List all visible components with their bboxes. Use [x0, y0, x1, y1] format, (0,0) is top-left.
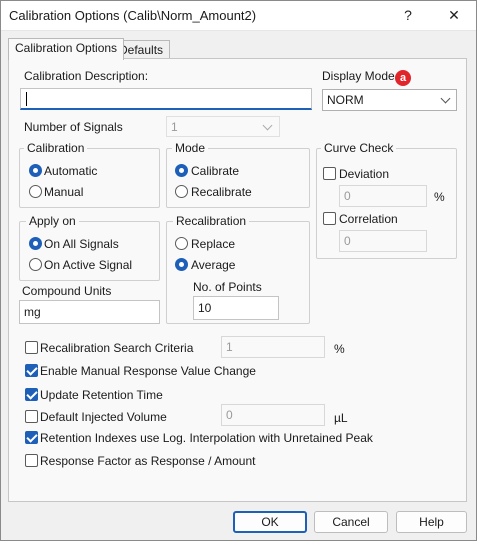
window-title: Calibration Options (Calib\Norm_Amount2)	[9, 8, 257, 23]
average-label: Average	[191, 258, 236, 272]
mode-group-title: Mode	[172, 141, 209, 155]
search-criteria-input[interactable]: 1	[221, 336, 325, 358]
injected-volume-unit: µL	[334, 411, 348, 425]
manual-radio[interactable]	[29, 185, 42, 198]
description-input[interactable]	[20, 88, 312, 110]
correlation-checkbox[interactable]	[323, 212, 336, 225]
manual-response-checkbox[interactable]	[25, 364, 38, 377]
apply-on-group-title: Apply on	[26, 214, 79, 228]
mode-group	[166, 148, 310, 208]
manual-label: Manual	[44, 185, 84, 199]
display-mode-select[interactable]: NORM	[322, 89, 457, 111]
injected-volume-checkbox[interactable]	[25, 410, 38, 423]
manual-response-label: Enable Manual Response Value Change	[40, 364, 256, 378]
help-button[interactable]: Help	[396, 511, 467, 533]
curve-check-group-title: Curve Check	[321, 141, 397, 155]
deviation-label: Deviation	[339, 167, 390, 181]
correlation-label: Correlation	[339, 212, 398, 226]
update-retention-label: Update Retention Time	[40, 388, 163, 402]
number-of-signals-select[interactable]: 1	[166, 116, 280, 137]
number-of-signals-label: Number of Signals	[24, 120, 123, 134]
calibrate-label: Calibrate	[191, 164, 240, 178]
chevron-down-icon	[262, 120, 273, 131]
cancel-button[interactable]: Cancel	[314, 511, 388, 533]
text-cursor	[26, 92, 27, 106]
all-signals-radio[interactable]	[29, 237, 42, 250]
annotation-badge: a	[395, 70, 411, 86]
log-interpolation-label: Retention Indexes use Log. Interpolation…	[40, 431, 373, 445]
response-factor-label: Response Factor as Response / Amount	[40, 454, 256, 468]
recalibrate-radio[interactable]	[175, 185, 188, 198]
average-radio[interactable]	[175, 258, 188, 271]
recalibrate-label: Recalibrate	[191, 185, 252, 199]
calibration-group	[19, 148, 160, 208]
chevron-down-icon	[440, 93, 451, 104]
points-label: No. of Points	[193, 280, 262, 294]
active-signal-radio[interactable]	[29, 258, 42, 271]
calibrate-radio[interactable]	[175, 164, 188, 177]
search-criteria-unit: %	[334, 342, 345, 356]
correlation-input[interactable]: 0	[339, 230, 427, 252]
title-bar: Calibration Options (Calib\Norm_Amount2)…	[0, 0, 477, 31]
display-mode-label: Display Mode	[322, 69, 395, 83]
compound-units-input[interactable]: mg	[19, 300, 160, 324]
active-signal-label: On Active Signal	[44, 258, 133, 272]
response-factor-checkbox[interactable]	[25, 454, 38, 467]
automatic-label: Automatic	[44, 164, 98, 178]
update-retention-checkbox[interactable]	[25, 388, 38, 401]
injected-volume-label: Default Injected Volume	[40, 410, 167, 424]
search-criteria-label: Recalibration Search Criteria	[40, 341, 194, 355]
help-titlebar-button[interactable]: ?	[385, 0, 431, 31]
recalibration-group-title: Recalibration	[173, 214, 250, 228]
search-criteria-checkbox[interactable]	[25, 341, 38, 354]
deviation-unit: %	[434, 190, 445, 204]
tab-calibration-options[interactable]: Calibration Options	[8, 38, 125, 60]
log-interpolation-checkbox[interactable]	[25, 431, 38, 444]
automatic-radio[interactable]	[29, 164, 42, 177]
close-window-button[interactable]: ✕	[431, 0, 477, 31]
replace-radio[interactable]	[175, 237, 188, 250]
compound-units-label: Compound Units	[22, 284, 112, 298]
replace-label: Replace	[191, 237, 236, 251]
all-signals-label: On All Signals	[44, 237, 119, 251]
deviation-checkbox[interactable]	[323, 167, 336, 180]
description-label: Calibration Description:	[24, 69, 149, 83]
apply-on-group	[19, 221, 160, 281]
points-input[interactable]: 10	[193, 296, 279, 320]
calibration-group-title: Calibration	[24, 141, 88, 155]
deviation-input[interactable]: 0	[339, 185, 427, 207]
injected-volume-input[interactable]: 0	[221, 404, 325, 426]
ok-button[interactable]: OK	[233, 511, 307, 533]
